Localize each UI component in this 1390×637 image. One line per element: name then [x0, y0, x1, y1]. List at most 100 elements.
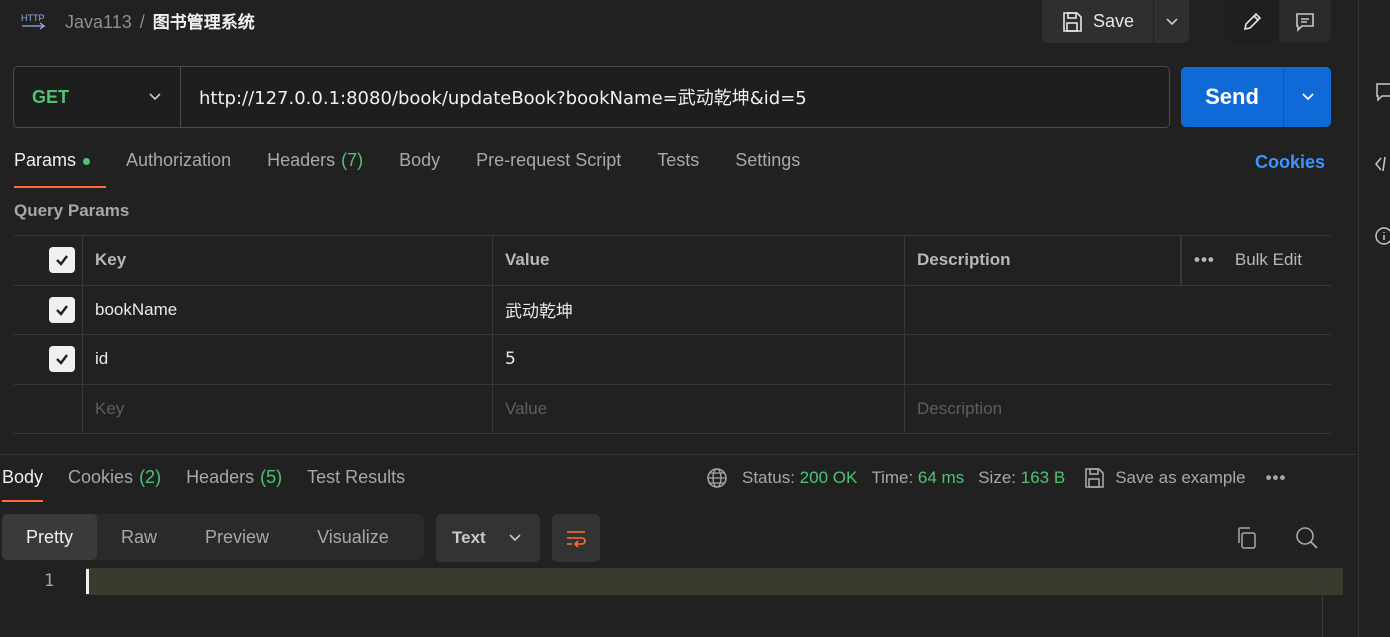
- tab-body[interactable]: Body: [399, 150, 440, 188]
- bulk-edit-button[interactable]: Bulk Edit: [1235, 250, 1302, 270]
- info-icon[interactable]: [1374, 226, 1390, 246]
- tab-settings[interactable]: Settings: [735, 150, 800, 188]
- size-value: 163 B: [1020, 468, 1066, 487]
- status-value: 200 OK: [799, 468, 858, 487]
- breadcrumb: Java113 / 图书管理系统: [65, 8, 255, 33]
- value-placeholder[interactable]: Value: [493, 384, 905, 433]
- param-key[interactable]: id: [83, 335, 493, 384]
- row-checkbox[interactable]: [14, 335, 83, 384]
- response-headers-count: (5): [260, 467, 283, 487]
- editor-scrollbar-edge: [1322, 568, 1323, 637]
- search-icon[interactable]: [1294, 525, 1320, 551]
- comment-icon: [1295, 12, 1314, 32]
- send-button[interactable]: Send: [1181, 67, 1283, 127]
- response-status-bar: Status: 200 OK Time: 64 ms Size: 163 B S…: [706, 467, 1286, 489]
- request-title[interactable]: 图书管理系统: [153, 13, 255, 33]
- key-placeholder[interactable]: Key: [83, 384, 493, 433]
- tab-headers[interactable]: Headers (7): [267, 150, 363, 188]
- column-header-description: Description: [905, 236, 1181, 285]
- tab-response-cookies[interactable]: Cookies (2): [68, 467, 161, 502]
- checkmark-icon: [56, 354, 68, 366]
- param-description[interactable]: [905, 335, 1331, 384]
- format-visualize[interactable]: Visualize: [293, 514, 413, 560]
- chevron-down-icon: [509, 534, 521, 542]
- tab-label: Cookies: [68, 467, 134, 487]
- chevron-down-icon: [1301, 93, 1314, 101]
- wrap-lines-icon: [567, 531, 586, 548]
- save-options-button[interactable]: [1153, 0, 1189, 43]
- column-header-value: Value: [493, 236, 905, 285]
- copy-icon[interactable]: [1234, 525, 1258, 551]
- status-label: Status:: [742, 468, 795, 487]
- url-bar: GET http://127.0.0.1:8080/book/updateBoo…: [13, 66, 1170, 128]
- save-icon: [1063, 11, 1082, 32]
- url-input[interactable]: http://127.0.0.1:8080/book/updateBook?bo…: [181, 84, 807, 110]
- tab-label: Tests: [657, 150, 700, 170]
- tab-label: Headers: [186, 467, 255, 487]
- tab-params[interactable]: Params: [14, 150, 107, 188]
- method-select[interactable]: GET: [14, 67, 181, 127]
- param-key[interactable]: bookName: [83, 285, 493, 334]
- query-params-table: Key Value Description ••• Bulk Edit book…: [14, 235, 1331, 434]
- checkmark-icon: [56, 255, 68, 267]
- http-icon: HTTP: [20, 8, 50, 32]
- headers-count: (7): [341, 150, 364, 170]
- tab-label: Authorization: [126, 150, 232, 170]
- time-text[interactable]: Time: 64 ms: [871, 468, 964, 488]
- tab-label: Settings: [735, 150, 801, 170]
- tab-label: Params: [14, 150, 77, 170]
- cookies-count: (2): [139, 467, 162, 487]
- param-description[interactable]: [905, 286, 1331, 335]
- response-type-label: Text: [452, 528, 486, 547]
- save-button-group: Save: [1042, 0, 1189, 43]
- save-icon: [1085, 468, 1104, 488]
- status-text[interactable]: Status: 200 OK: [742, 468, 857, 488]
- tab-test-results[interactable]: Test Results: [307, 467, 405, 502]
- tab-pre-request-script[interactable]: Pre-request Script: [476, 150, 621, 188]
- select-all-checkbox[interactable]: [14, 236, 83, 285]
- save-button[interactable]: Save: [1042, 0, 1153, 43]
- param-value[interactable]: 5: [493, 335, 905, 384]
- edit-button[interactable]: [1226, 0, 1279, 43]
- size-text[interactable]: Size: 163 B: [978, 468, 1065, 488]
- row-checkbox[interactable]: [14, 285, 83, 334]
- breadcrumb-workspace[interactable]: Java113: [65, 12, 132, 32]
- format-raw[interactable]: Raw: [97, 514, 181, 560]
- globe-icon[interactable]: [706, 467, 728, 489]
- code-icon[interactable]: [1374, 154, 1390, 174]
- tab-authorization[interactable]: Authorization: [126, 150, 231, 188]
- save-example-label: Save as example: [1115, 468, 1246, 487]
- size-label: Size:: [978, 468, 1017, 487]
- cookies-link[interactable]: Cookies: [1255, 152, 1325, 173]
- more-options-icon[interactable]: •••: [1194, 250, 1215, 270]
- format-preview[interactable]: Preview: [181, 514, 293, 560]
- tab-label: Body: [2, 467, 44, 487]
- documentation-icon[interactable]: [1374, 82, 1390, 102]
- query-params-title: Query Params: [14, 201, 130, 220]
- active-editor-line[interactable]: [86, 568, 1343, 595]
- pencil-icon: [1244, 12, 1262, 30]
- column-header-key: Key: [83, 236, 493, 285]
- method-label: GET: [32, 86, 70, 107]
- tab-tests[interactable]: Tests: [657, 150, 699, 188]
- line-number: 1: [44, 571, 55, 591]
- description-placeholder[interactable]: Description: [905, 385, 1331, 434]
- wrap-lines-button[interactable]: [552, 514, 600, 562]
- response-type-select[interactable]: Text: [436, 514, 540, 562]
- format-pretty[interactable]: Pretty: [2, 514, 98, 560]
- more-options-icon[interactable]: •••: [1266, 468, 1287, 488]
- tab-label: Pre-request Script: [476, 150, 622, 170]
- chevron-down-icon: [149, 93, 161, 101]
- chevron-down-icon: [1165, 17, 1178, 25]
- comments-button[interactable]: [1279, 0, 1332, 43]
- param-value[interactable]: 武动乾坤: [493, 285, 905, 334]
- tab-response-headers[interactable]: Headers (5): [186, 467, 282, 502]
- request-tabs: Params Authorization Headers (7) Body Pre…: [14, 150, 836, 188]
- save-label: Save: [1092, 11, 1135, 31]
- tab-response-body[interactable]: Body: [2, 467, 44, 502]
- send-options-button[interactable]: [1283, 67, 1331, 127]
- table-header-row: Key Value Description ••• Bulk Edit: [14, 236, 1331, 286]
- params-active-dot: [83, 158, 91, 165]
- svg-text:HTTP: HTTP: [21, 13, 45, 23]
- save-example-button[interactable]: Save as example: [1083, 467, 1246, 489]
